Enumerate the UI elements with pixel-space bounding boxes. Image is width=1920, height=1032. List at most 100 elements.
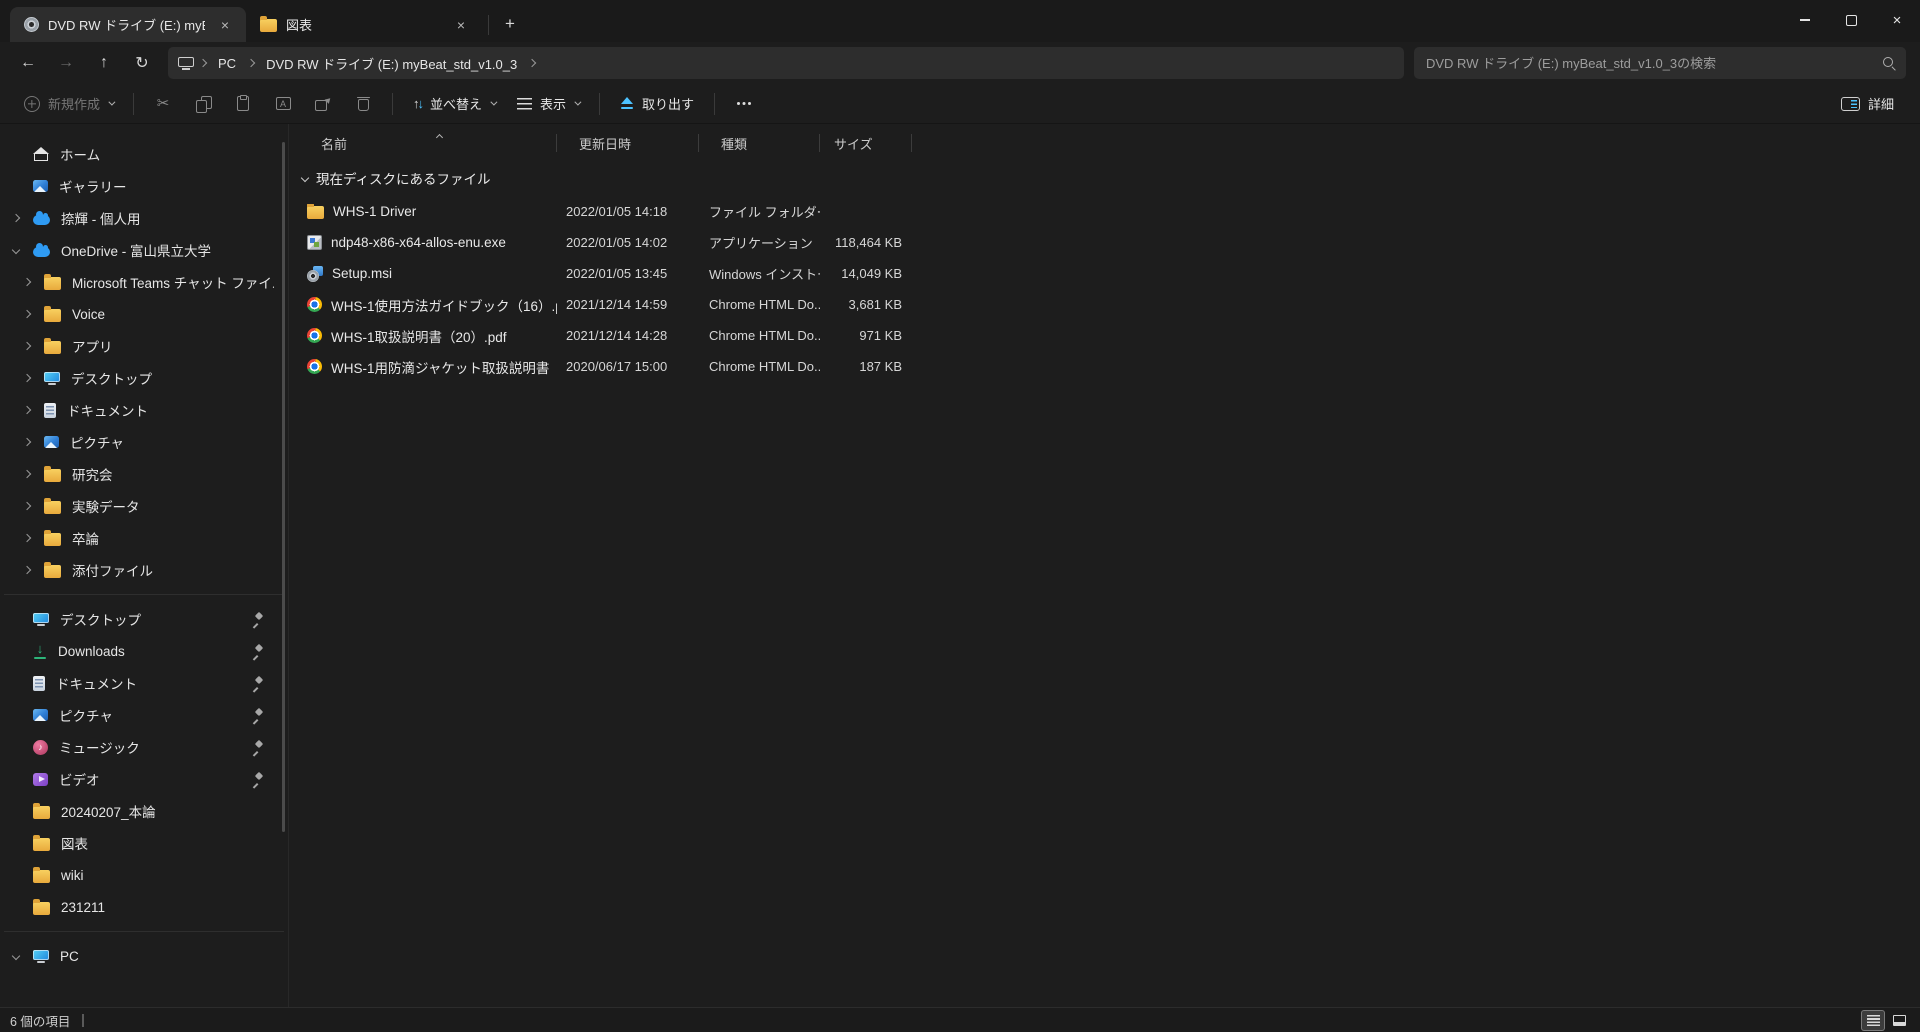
navigation-pane: ホーム ギャラリー 捺輝 - 個人用 OneDrive - 富山県立大学 [0, 124, 289, 1007]
sidebar-tree-item[interactable]: 実験データ [0, 490, 288, 522]
new-button[interactable]: 新規作成 [14, 88, 123, 120]
new-tab-button[interactable]: + [495, 10, 525, 38]
expand-chevron-icon[interactable] [22, 502, 30, 510]
expand-chevron-icon[interactable] [22, 406, 30, 414]
more-button[interactable] [725, 88, 763, 120]
collapse-chevron-icon[interactable] [301, 174, 309, 182]
sidebar-scrollbar[interactable] [282, 142, 285, 832]
expand-chevron-icon[interactable] [22, 374, 30, 382]
sidebar-quick-item[interactable]: 231211 [0, 891, 288, 923]
sidebar-quick-item[interactable]: 図表 [0, 827, 288, 859]
titlebar: DVD RW ドライブ (E:) myBeat_st × 図表 × + × [0, 0, 1920, 42]
eject-button[interactable]: 取り出す [610, 88, 704, 120]
file-row[interactable]: WHS-1使用方法ガイドブック（16）.pdf 2021/12/14 14:59… [299, 289, 1920, 320]
column-header-type[interactable]: 種類 [699, 128, 820, 158]
copy-button[interactable] [184, 88, 222, 120]
expand-chevron-icon[interactable] [11, 214, 19, 222]
breadcrumb[interactable]: PC DVD RW ドライブ (E:) myBeat_std_v1.0_3 [168, 47, 1404, 79]
tab-close-icon[interactable]: × [214, 14, 236, 36]
paste-button[interactable] [224, 88, 262, 120]
column-header-name[interactable]: 名前 [299, 128, 557, 158]
maximize-button[interactable] [1828, 0, 1874, 40]
file-date: 2021/12/14 14:59 [557, 297, 699, 312]
chrome-icon [307, 297, 322, 312]
up-button[interactable]: ↑ [86, 47, 122, 79]
sidebar-quick-item[interactable]: ピクチャ [0, 699, 288, 731]
file-row[interactable]: WHS-1 Driver 2022/01/05 14:18 ファイル フォルダー [299, 196, 1920, 227]
sidebar-tree-item[interactable]: ドキュメント [0, 394, 288, 426]
cut-button[interactable]: ✂ [144, 88, 182, 120]
column-header-date[interactable]: 更新日時 [557, 128, 699, 158]
search-input[interactable] [1426, 56, 1882, 71]
sidebar-tree-item[interactable]: OneDrive - 富山県立大学 [0, 234, 288, 266]
file-type: Chrome HTML Do... [699, 297, 820, 312]
music-icon [33, 740, 48, 755]
expand-chevron-icon[interactable] [22, 438, 30, 446]
pictures-icon [33, 709, 48, 721]
sidebar-quick-item[interactable]: デスクトップ [0, 603, 288, 635]
delete-button[interactable] [344, 88, 382, 120]
sidebar-tree-item[interactable]: ピクチャ [0, 426, 288, 458]
sidebar-quick-item[interactable]: 20240207_本論 [0, 795, 288, 827]
breadcrumb-item-drive[interactable]: DVD RW ドライブ (E:) myBeat_std_v1.0_3 [260, 51, 523, 75]
file-row[interactable]: WHS-1取扱説明書（20）.pdf 2021/12/14 14:28 Chro… [299, 320, 1920, 351]
explorer-tab[interactable]: 図表 × [246, 7, 482, 42]
details-pane-button[interactable]: 詳細 [1831, 88, 1904, 120]
file-row[interactable]: Setup.msi 2022/01/05 13:45 Windows インストー… [299, 258, 1920, 289]
share-button[interactable] [304, 88, 342, 120]
sidebar-item-label: ピクチャ [70, 432, 274, 452]
sidebar-quick-item[interactable]: wiki [0, 859, 288, 891]
rename-button[interactable] [264, 88, 302, 120]
file-name: WHS-1用防滴ジャケット取扱説明書（2）.p... [331, 357, 557, 377]
sidebar-quick-item[interactable]: ビデオ [0, 763, 288, 795]
expand-chevron-icon[interactable] [22, 534, 30, 542]
sidebar-tree-item[interactable]: ギャラリー [0, 170, 288, 202]
explorer-tab[interactable]: DVD RW ドライブ (E:) myBeat_st × [10, 7, 246, 42]
expand-chevron-icon[interactable] [22, 342, 30, 350]
refresh-button[interactable]: ↻ [124, 47, 160, 79]
sidebar-quick-item[interactable]: ドキュメント [0, 667, 288, 699]
expand-chevron-icon[interactable] [22, 278, 30, 286]
sidebar-tree-item[interactable]: アプリ [0, 330, 288, 362]
sidebar-item-pc[interactable]: PC [0, 940, 288, 972]
file-name: WHS-1 Driver [333, 204, 416, 219]
sidebar-tree-item[interactable]: 卒論 [0, 522, 288, 554]
sort-button[interactable]: ↑↓ 並べ替え [403, 88, 505, 120]
sidebar-tree-item[interactable]: ホーム [0, 138, 288, 170]
file-type: ファイル フォルダー [699, 202, 820, 221]
sidebar-tree-item[interactable]: デスクトップ [0, 362, 288, 394]
sidebar-tree-item[interactable]: Microsoft Teams チャット ファイル [0, 266, 288, 298]
sidebar-tree-item[interactable]: 添付ファイル [0, 554, 288, 586]
thumbnail-view-button[interactable] [1888, 1011, 1910, 1030]
file-row[interactable]: ndp48-x86-x64-allos-enu.exe 2022/01/05 1… [299, 227, 1920, 258]
sidebar-quick-item[interactable]: Downloads [0, 635, 288, 667]
cloud-icon [33, 247, 50, 257]
sidebar-tree-item[interactable]: 捺輝 - 個人用 [0, 202, 288, 234]
search-box[interactable] [1414, 47, 1906, 79]
expand-chevron-icon[interactable] [22, 310, 30, 318]
sidebar-tree-item[interactable]: Voice [0, 298, 288, 330]
details-view-button[interactable] [1862, 1011, 1884, 1030]
breadcrumb-item-pc[interactable]: PC [212, 51, 242, 75]
file-name: WHS-1使用方法ガイドブック（16）.pdf [331, 295, 557, 315]
expand-chevron-icon[interactable] [11, 952, 19, 960]
column-header-size[interactable]: サイズ [820, 128, 912, 158]
tab-close-icon[interactable]: × [450, 14, 472, 36]
details-pane-icon [1841, 97, 1860, 111]
group-header[interactable]: 現在ディスクにあるファイル [299, 164, 1920, 192]
view-button[interactable]: 表示 [507, 88, 589, 120]
forward-button[interactable]: → [48, 47, 84, 79]
file-date: 2022/01/05 13:45 [557, 266, 699, 281]
sidebar-tree-item[interactable]: 研究会 [0, 458, 288, 490]
file-row[interactable]: WHS-1用防滴ジャケット取扱説明書（2）.p... 2020/06/17 15… [299, 351, 1920, 382]
chevron-down-icon [574, 99, 581, 106]
back-button[interactable]: ← [10, 47, 46, 79]
folder-icon [44, 565, 61, 578]
search-icon [1882, 56, 1896, 70]
close-button[interactable]: × [1874, 0, 1920, 40]
expand-chevron-icon[interactable] [11, 246, 19, 254]
expand-chevron-icon[interactable] [22, 566, 30, 574]
sidebar-quick-item[interactable]: ミュージック [0, 731, 288, 763]
minimize-button[interactable] [1782, 0, 1828, 40]
expand-chevron-icon[interactable] [22, 470, 30, 478]
